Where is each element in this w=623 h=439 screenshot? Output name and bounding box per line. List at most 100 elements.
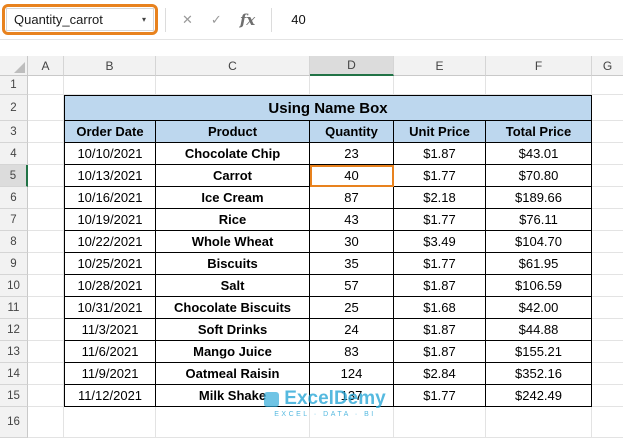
cell-B9[interactable]: 10/25/2021 xyxy=(64,253,156,275)
enter-icon[interactable]: ✓ xyxy=(202,12,231,28)
cancel-icon[interactable]: ✕ xyxy=(173,12,202,28)
row-header-8[interactable]: 8 xyxy=(0,231,28,253)
cell-C13[interactable]: Mango Juice xyxy=(156,341,310,363)
cell-F12[interactable]: $44.88 xyxy=(486,319,592,341)
cell-E8[interactable]: $3.49 xyxy=(394,231,486,253)
row-header-1[interactable]: 1 xyxy=(0,76,28,95)
cell-B11[interactable]: 10/31/2021 xyxy=(64,297,156,319)
cell-G1[interactable] xyxy=(592,76,623,95)
column-header-D[interactable]: D xyxy=(310,56,394,76)
cell-E10[interactable]: $1.87 xyxy=(394,275,486,297)
cell-D13[interactable]: 83 xyxy=(310,341,394,363)
column-header-E[interactable]: E xyxy=(394,56,486,76)
cell-D10[interactable]: 57 xyxy=(310,275,394,297)
cell-B12[interactable]: 11/3/2021 xyxy=(64,319,156,341)
cell-D16[interactable] xyxy=(310,407,394,438)
cell-B4[interactable]: 10/10/2021 xyxy=(64,143,156,165)
cell-B8[interactable]: 10/22/2021 xyxy=(64,231,156,253)
cell-B6[interactable]: 10/16/2021 xyxy=(64,187,156,209)
cell-D8[interactable]: 30 xyxy=(310,231,394,253)
column-header-A[interactable]: A xyxy=(28,56,64,76)
cell-B1[interactable] xyxy=(64,76,156,95)
cell-D9[interactable]: 35 xyxy=(310,253,394,275)
table-title[interactable]: Using Name Box xyxy=(64,95,592,121)
row-header-4[interactable]: 4 xyxy=(0,143,28,165)
row-header-11[interactable]: 11 xyxy=(0,297,28,319)
cell-C10[interactable]: Salt xyxy=(156,275,310,297)
cell-G9[interactable] xyxy=(592,253,623,275)
cell-B15[interactable]: 11/12/2021 xyxy=(64,385,156,407)
cell-C16[interactable] xyxy=(156,407,310,438)
cell-F16[interactable] xyxy=(486,407,592,438)
cell-E3[interactable]: Unit Price xyxy=(394,121,486,143)
cell-E15[interactable]: $1.77 xyxy=(394,385,486,407)
cell-G13[interactable] xyxy=(592,341,623,363)
row-header-12[interactable]: 12 xyxy=(0,319,28,341)
cell-G4[interactable] xyxy=(592,143,623,165)
column-header-F[interactable]: F xyxy=(486,56,592,76)
cell-F6[interactable]: $189.66 xyxy=(486,187,592,209)
cell-G5[interactable] xyxy=(592,165,623,187)
cell-D5[interactable]: 40 xyxy=(310,165,394,187)
cell-F15[interactable]: $242.49 xyxy=(486,385,592,407)
cell-C9[interactable]: Biscuits xyxy=(156,253,310,275)
cell-E9[interactable]: $1.77 xyxy=(394,253,486,275)
cell-B13[interactable]: 11/6/2021 xyxy=(64,341,156,363)
cell-C8[interactable]: Whole Wheat xyxy=(156,231,310,253)
cell-G10[interactable] xyxy=(592,275,623,297)
cell-C6[interactable]: Ice Cream xyxy=(156,187,310,209)
cell-G7[interactable] xyxy=(592,209,623,231)
row-header-14[interactable]: 14 xyxy=(0,363,28,385)
cell-D7[interactable]: 43 xyxy=(310,209,394,231)
cell-D1[interactable] xyxy=(310,76,394,95)
cell-A16[interactable] xyxy=(28,407,64,438)
row-header-10[interactable]: 10 xyxy=(0,275,28,297)
select-all-button[interactable] xyxy=(0,56,28,76)
formula-bar-input[interactable]: 40 xyxy=(279,12,305,27)
cell-F3[interactable]: Total Price xyxy=(486,121,592,143)
chevron-down-icon[interactable]: ▾ xyxy=(135,15,153,24)
cell-G3[interactable] xyxy=(592,121,623,143)
row-header-15[interactable]: 15 xyxy=(0,385,28,407)
cell-F4[interactable]: $43.01 xyxy=(486,143,592,165)
row-header-5[interactable]: 5 xyxy=(0,165,28,187)
cell-C12[interactable]: Soft Drinks xyxy=(156,319,310,341)
cell-E12[interactable]: $1.87 xyxy=(394,319,486,341)
row-header-13[interactable]: 13 xyxy=(0,341,28,363)
cell-E16[interactable] xyxy=(394,407,486,438)
cell-E5[interactable]: $1.77 xyxy=(394,165,486,187)
cell-G12[interactable] xyxy=(592,319,623,341)
cell-E6[interactable]: $2.18 xyxy=(394,187,486,209)
cell-G11[interactable] xyxy=(592,297,623,319)
cell-E4[interactable]: $1.87 xyxy=(394,143,486,165)
cell-B3[interactable]: Order Date xyxy=(64,121,156,143)
cell-G15[interactable] xyxy=(592,385,623,407)
cell-F8[interactable]: $104.70 xyxy=(486,231,592,253)
row-header-2[interactable]: 2 xyxy=(0,95,28,121)
insert-function-icon[interactable]: fx xyxy=(231,11,264,29)
column-header-C[interactable]: C xyxy=(156,56,310,76)
cell-F14[interactable]: $352.16 xyxy=(486,363,592,385)
cell-C3[interactable]: Product xyxy=(156,121,310,143)
cell-E7[interactable]: $1.77 xyxy=(394,209,486,231)
cell-C15[interactable]: Milk Shake xyxy=(156,385,310,407)
cell-E13[interactable]: $1.87 xyxy=(394,341,486,363)
cell-C14[interactable]: Oatmeal Raisin xyxy=(156,363,310,385)
cell-C4[interactable]: Chocolate Chip xyxy=(156,143,310,165)
cell-A2[interactable] xyxy=(28,95,64,121)
cell-A4[interactable] xyxy=(28,143,64,165)
cell-B7[interactable]: 10/19/2021 xyxy=(64,209,156,231)
cell-A12[interactable] xyxy=(28,319,64,341)
cell-F9[interactable]: $61.95 xyxy=(486,253,592,275)
cell-B14[interactable]: 11/9/2021 xyxy=(64,363,156,385)
column-header-G[interactable]: G xyxy=(592,56,623,76)
cell-A9[interactable] xyxy=(28,253,64,275)
cell-D11[interactable]: 25 xyxy=(310,297,394,319)
cell-F13[interactable]: $155.21 xyxy=(486,341,592,363)
row-header-3[interactable]: 3 xyxy=(0,121,28,143)
row-header-6[interactable]: 6 xyxy=(0,187,28,209)
row-header-7[interactable]: 7 xyxy=(0,209,28,231)
cell-D14[interactable]: 124 xyxy=(310,363,394,385)
cell-C7[interactable]: Rice xyxy=(156,209,310,231)
cell-A7[interactable] xyxy=(28,209,64,231)
